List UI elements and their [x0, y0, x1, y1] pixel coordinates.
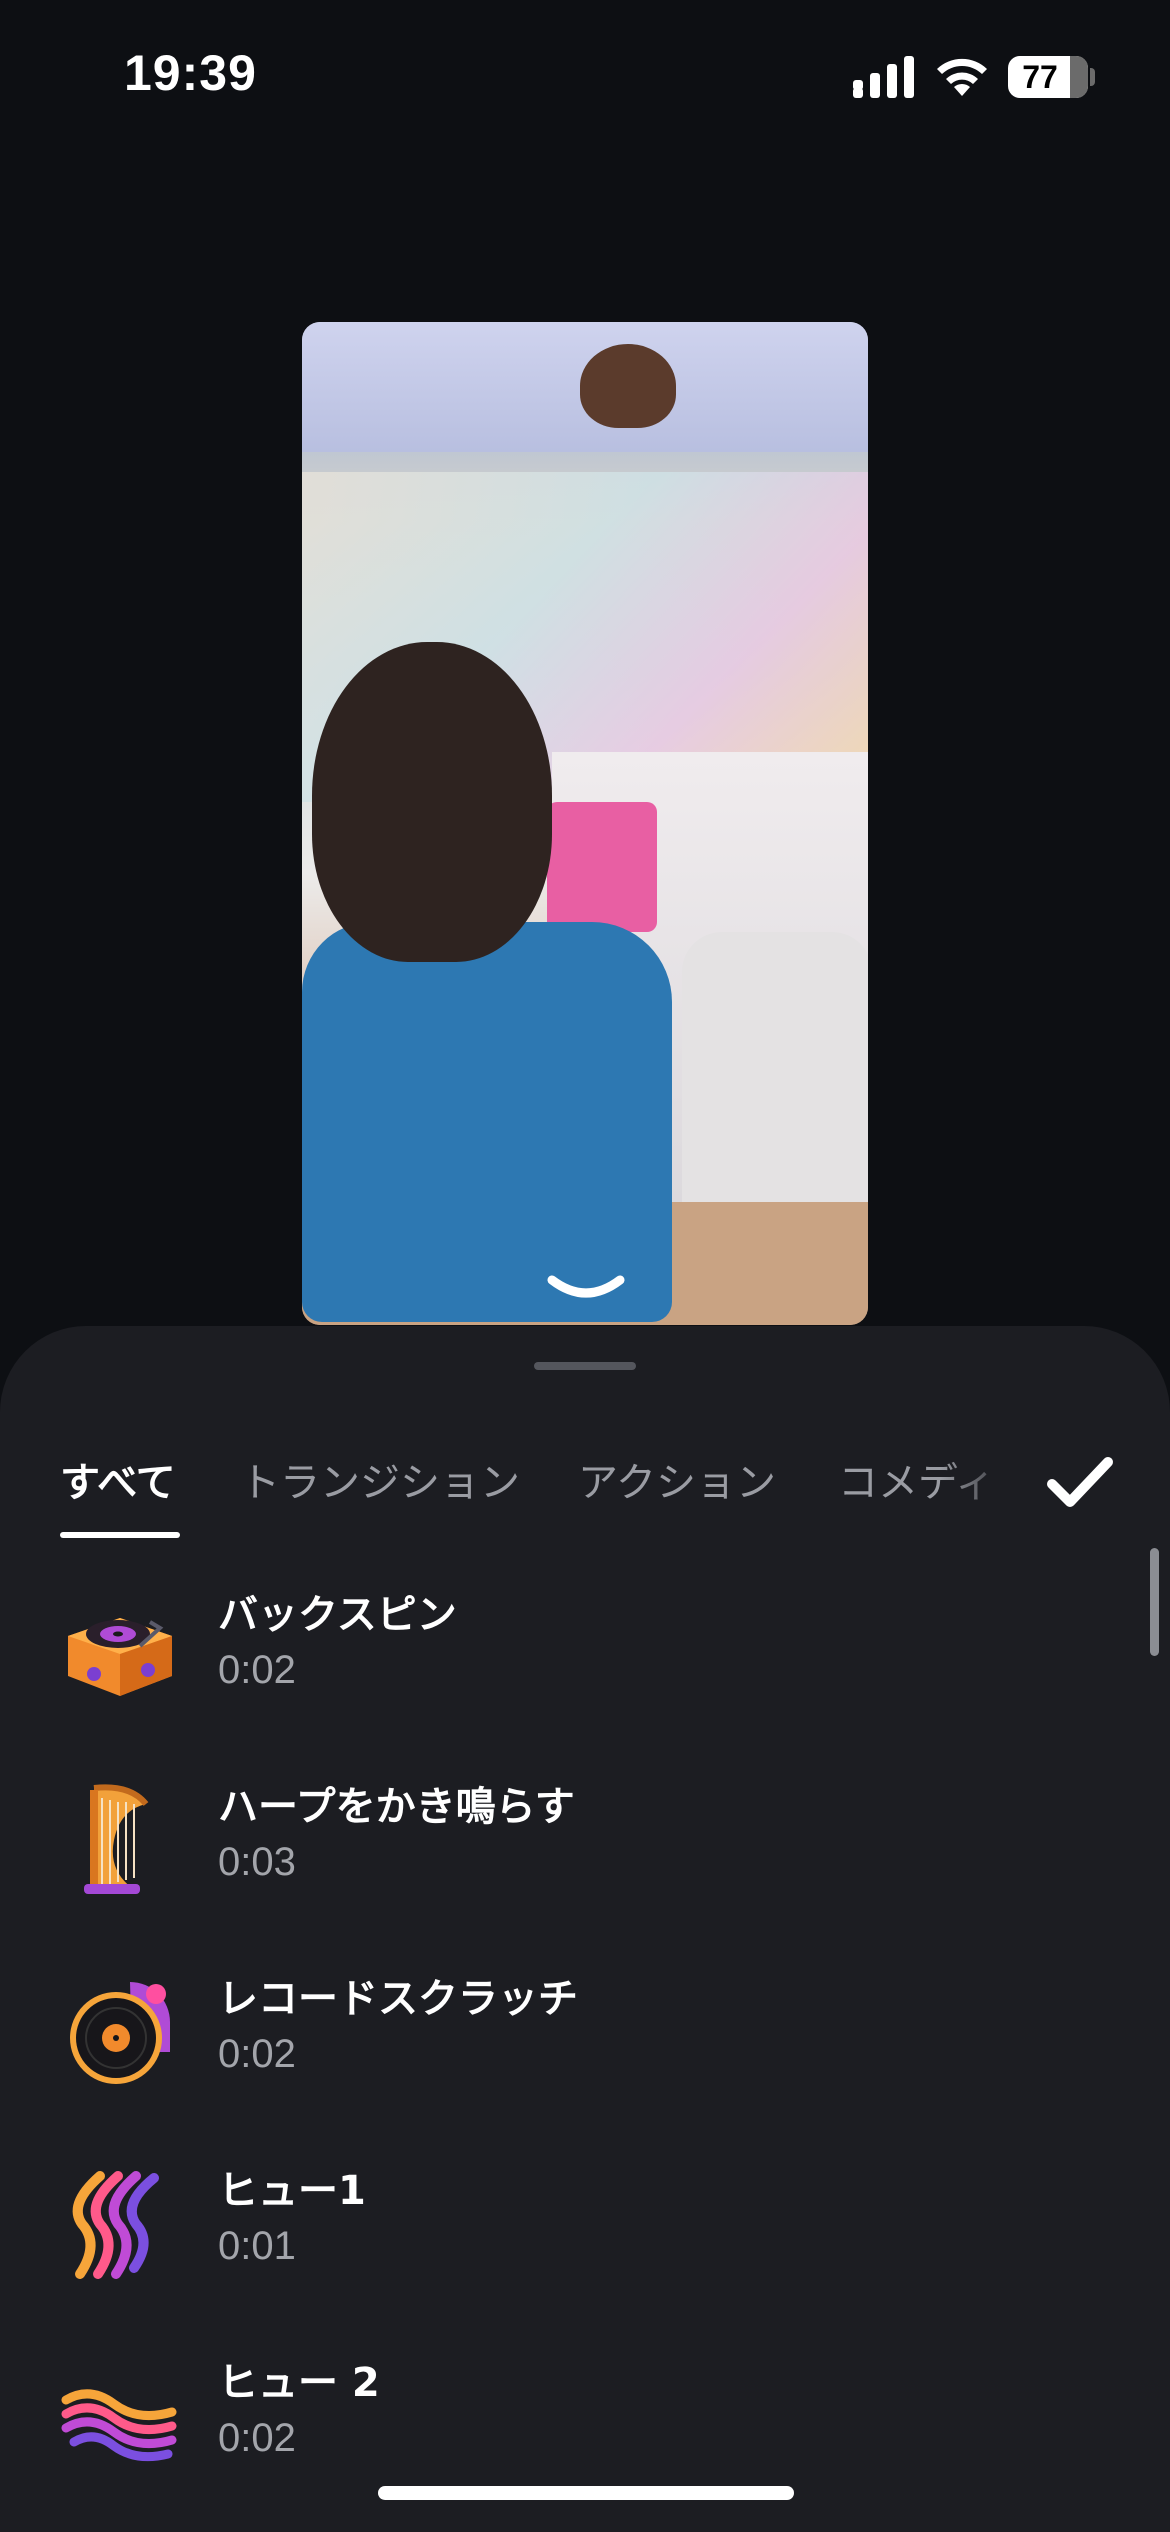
preview-child-head	[312, 642, 552, 962]
battery-empty-portion	[1069, 56, 1088, 98]
sound-title: レコードスクラッチ	[218, 1976, 578, 2022]
tab-all[interactable]: すべて	[60, 1450, 176, 1508]
list-item[interactable]: ハープをかき鳴らす 0:03	[0, 1756, 1170, 1948]
sound-duration: 0:02	[218, 2032, 296, 2076]
status-time: 19:39	[124, 45, 257, 101]
preview-pink-panel	[547, 802, 657, 932]
sound-title: ヒュー 2	[218, 2360, 380, 2406]
preview-heart-shape	[580, 344, 676, 428]
wifi-icon	[937, 58, 987, 96]
sound-effects-screen: 19:39 77 すべて トランジション アクション コメディ バックスピン 0…	[0, 0, 1170, 2532]
active-tab-indicator	[60, 1532, 180, 1538]
collapse-chevron-icon[interactable]	[546, 1272, 626, 1306]
whoosh-wave-icon	[72, 2171, 159, 2279]
list-item[interactable]: バックスピン 0:02	[0, 1564, 1170, 1756]
confirm-check-icon[interactable]	[1040, 1452, 1120, 1512]
sound-list: バックスピン 0:02 ハープをかき鳴らす 0:03 レコードスクラッチ 0:0…	[0, 1564, 1170, 2524]
vinyl-record-icon	[70, 1982, 170, 2084]
preview-child-body	[302, 922, 672, 1322]
sound-title: バックスピン	[218, 1592, 457, 1638]
tab-action[interactable]: アクション	[578, 1450, 776, 1508]
status-bar: 19:39 77	[0, 0, 1170, 150]
list-item[interactable]: レコードスクラッチ 0:02	[0, 1948, 1170, 2140]
sound-duration: 0:02	[218, 1648, 296, 1692]
sound-title: ヒュー1	[218, 2168, 366, 2214]
video-preview[interactable]	[302, 322, 868, 1325]
battery-level: 77	[1022, 59, 1058, 95]
sound-duration: 0:01	[218, 2224, 296, 2268]
category-tabs: すべて トランジション アクション コメディ	[0, 1422, 1170, 1542]
list-item[interactable]: ヒュー1 0:01	[0, 2140, 1170, 2332]
sound-title: ハープをかき鳴らす	[218, 1784, 575, 1830]
sound-duration: 0:03	[218, 1840, 296, 1884]
sheet-grabber[interactable]	[534, 1362, 636, 1370]
battery-icon: 77	[1008, 56, 1088, 98]
whoosh-wave-icon	[61, 2389, 177, 2462]
tab-transition[interactable]: トランジション	[240, 1450, 520, 1508]
sound-duration: 0:02	[218, 2416, 296, 2460]
turntable-icon	[68, 1618, 172, 1696]
harp-icon	[84, 1784, 149, 1894]
home-indicator[interactable]	[378, 2486, 794, 2500]
sound-effects-sheet: すべて トランジション アクション コメディ バックスピン 0:02 ハープをか…	[0, 1326, 1170, 2532]
cellular-signal-icon	[853, 56, 914, 98]
battery-cap	[1090, 68, 1095, 86]
